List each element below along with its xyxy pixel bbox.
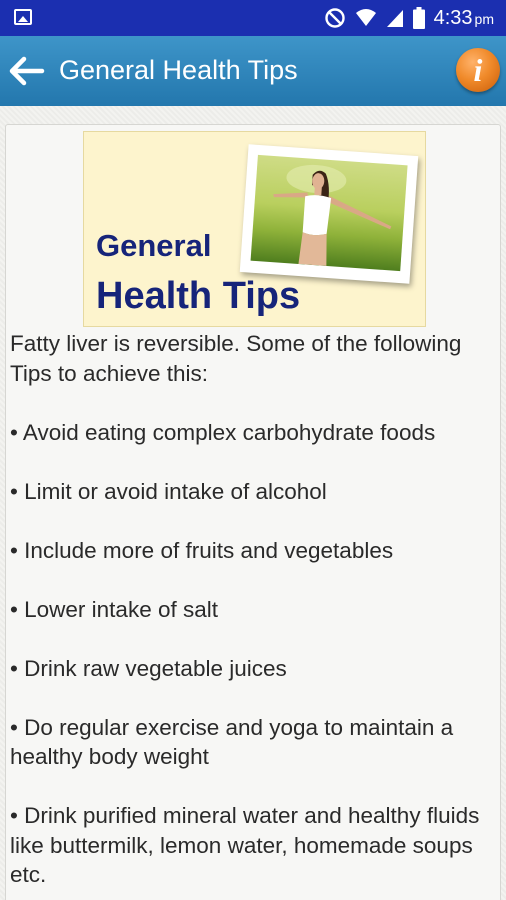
tip-item: • Do regular exercise and yoga to mainta…	[10, 714, 454, 770]
wifi-icon	[355, 9, 376, 26]
content-area: General Health Tips Fatty liver is rever…	[0, 106, 506, 900]
arrow-left-icon	[9, 56, 45, 86]
signal-icon	[386, 10, 403, 27]
info-button[interactable]: i	[456, 48, 500, 92]
back-button[interactable]	[6, 52, 46, 90]
article-card: General Health Tips Fatty liver is rever…	[5, 124, 501, 900]
tip-item: • Drink raw vegetable juices	[10, 655, 287, 681]
tip-item: • Lower intake of salt	[10, 596, 218, 622]
app-bar: General Health Tips i	[0, 36, 506, 106]
image-notification-icon	[14, 9, 32, 25]
page-title: General Health Tips	[59, 55, 298, 85]
banner-line-health-tips: Health Tips	[96, 275, 301, 317]
intro-paragraph: Fatty liver is reversible. Some of the f…	[10, 331, 462, 386]
clock-time: 4:33	[433, 6, 473, 29]
tip-item: • Include more of fruits and vegetables	[10, 537, 394, 563]
battery-icon	[412, 7, 425, 29]
woman-photo	[250, 154, 408, 272]
status-bar: 4:33 pm	[0, 0, 506, 36]
banner-line-general: General	[96, 228, 212, 263]
tip-item: • Limit or avoid intake of alcohol	[10, 478, 327, 504]
health-tips-banner: General Health Tips	[83, 131, 426, 327]
article-body: Fatty liver is reversible. Some of the f…	[10, 329, 494, 900]
tip-item: • Drink purified mineral water and healt…	[10, 803, 480, 887]
tip-item: • Avoid eating complex carbohydrate food…	[10, 419, 436, 445]
status-clock: 4:33 pm	[434, 7, 494, 30]
photo-frame	[239, 144, 419, 284]
woman-figure-image	[273, 164, 392, 266]
do-not-disturb-icon	[324, 8, 345, 28]
clock-ampm: pm	[474, 10, 494, 27]
status-icons: 4:33 pm	[324, 0, 494, 36]
